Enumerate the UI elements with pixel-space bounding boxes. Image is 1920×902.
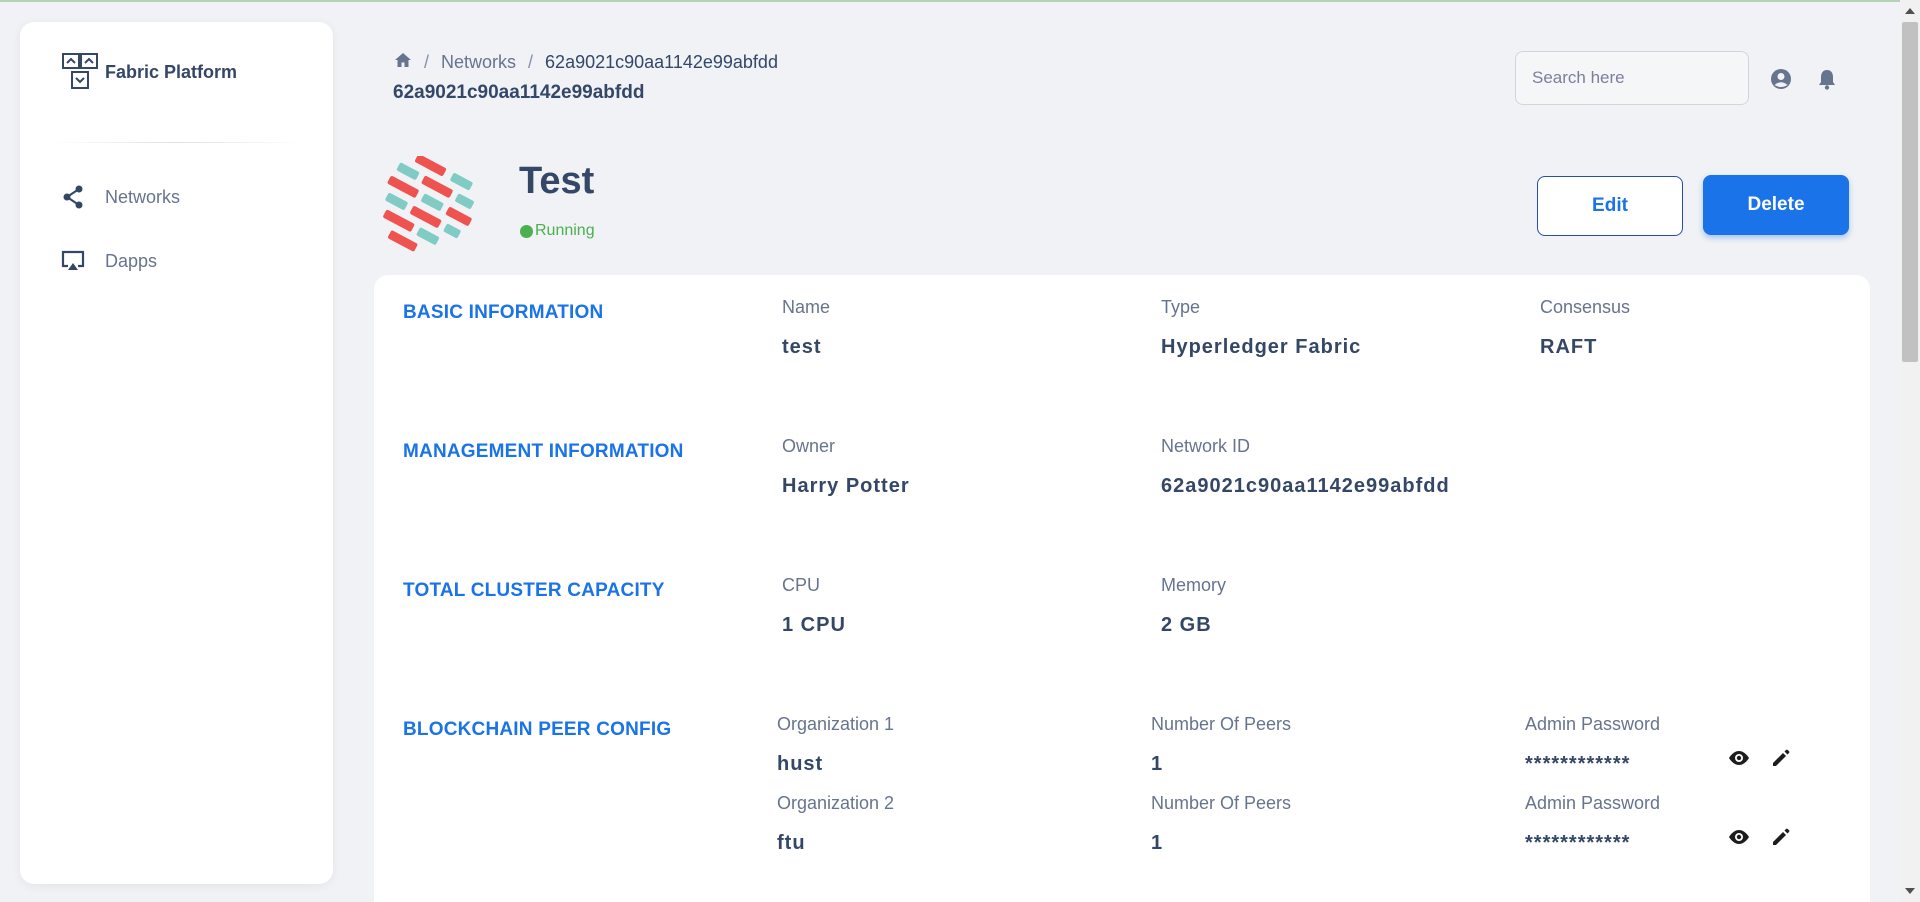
pencil-icon[interactable] [1768, 824, 1794, 850]
home-icon[interactable] [394, 52, 412, 73]
page-title: 62a9021c90aa1142e99abfdd [393, 82, 645, 103]
peers-value: 1 [1151, 832, 1164, 854]
type-label: Type [1161, 297, 1201, 317]
peers-label: Number Of Peers [1151, 793, 1292, 813]
sidebar-item-label: Networks [105, 186, 181, 207]
account-circle-icon[interactable] [1769, 67, 1793, 91]
scroll-down-icon[interactable] [1905, 888, 1915, 894]
delete-button[interactable]: Delete [1703, 175, 1849, 235]
type-value: Hyperledger Fabric [1161, 336, 1362, 358]
network-details-card: BASIC INFORMATION Name test Type Hyperle… [374, 275, 1870, 902]
status-badge: Running [520, 222, 595, 240]
search-input[interactable] [1515, 51, 1749, 105]
breadcrumb: / Networks / 62a9021c90aa1142e99abfdd [394, 52, 778, 73]
consensus-value: RAFT [1540, 336, 1598, 358]
window-top-border [0, 0, 1920, 2]
section-title-basic: BASIC INFORMATION [403, 302, 604, 323]
breadcrumb-current: 62a9021c90aa1142e99abfdd [545, 52, 778, 72]
admin-password-value: ************ [1525, 753, 1631, 775]
name-label: Name [782, 297, 831, 317]
breadcrumb-networks-link[interactable]: Networks [441, 52, 516, 73]
org-value: hust [777, 753, 824, 775]
section-title-peer-config: BLOCKCHAIN PEER CONFIG [403, 719, 672, 740]
network-logo-icon [383, 156, 474, 252]
admin-password-label: Admin Password [1525, 714, 1661, 734]
status-dot-icon [520, 224, 533, 238]
breadcrumb-separator: / [528, 52, 534, 72]
status-text: Running [535, 222, 595, 239]
cpu-label: CPU [782, 575, 821, 595]
section-title-capacity: TOTAL CLUSTER CAPACITY [403, 580, 665, 601]
peers-value: 1 [1151, 753, 1164, 775]
sidebar-item-dapps[interactable]: Dapps [60, 248, 157, 274]
network-id-label: Network ID [1161, 436, 1251, 456]
scrollbar-thumb[interactable] [1902, 22, 1918, 362]
breadcrumb-separator: / [424, 52, 430, 72]
eye-icon[interactable] [1726, 824, 1752, 850]
consensus-label: Consensus [1540, 297, 1631, 317]
pencil-icon[interactable] [1768, 745, 1794, 771]
sidebar: Fabric Platform Networks Dapps [20, 22, 333, 884]
share-icon [60, 184, 86, 210]
org-label: Organization 2 [777, 793, 895, 813]
airplay-icon [60, 248, 86, 274]
org-label: Organization 1 [777, 714, 895, 734]
network-title: Test [519, 160, 595, 202]
sidebar-divider [50, 142, 303, 143]
owner-label: Owner [782, 436, 836, 456]
sidebar-item-networks[interactable]: Networks [60, 184, 180, 210]
scroll-up-icon[interactable] [1905, 8, 1915, 14]
admin-password-value: ************ [1525, 832, 1631, 854]
admin-password-label: Admin Password [1525, 793, 1661, 813]
edit-button[interactable]: Edit [1537, 176, 1683, 236]
bell-icon[interactable] [1815, 67, 1839, 91]
fabric-logo-icon [62, 53, 98, 89]
owner-value: Harry Potter [782, 475, 910, 497]
memory-label: Memory [1161, 575, 1227, 595]
peers-label: Number Of Peers [1151, 714, 1292, 734]
sidebar-item-label: Dapps [105, 250, 158, 271]
name-value: test [782, 336, 822, 358]
network-id-value: 62a9021c90aa1142e99abfdd [1161, 475, 1450, 497]
eye-icon[interactable] [1726, 745, 1752, 771]
section-title-management: MANAGEMENT INFORMATION [403, 441, 684, 462]
brand-name: Fabric Platform [105, 61, 238, 82]
org-value: ftu [777, 832, 806, 854]
memory-value: 2 GB [1161, 614, 1212, 636]
brand[interactable]: Fabric Platform [61, 52, 237, 92]
cpu-value: 1 CPU [782, 614, 846, 636]
